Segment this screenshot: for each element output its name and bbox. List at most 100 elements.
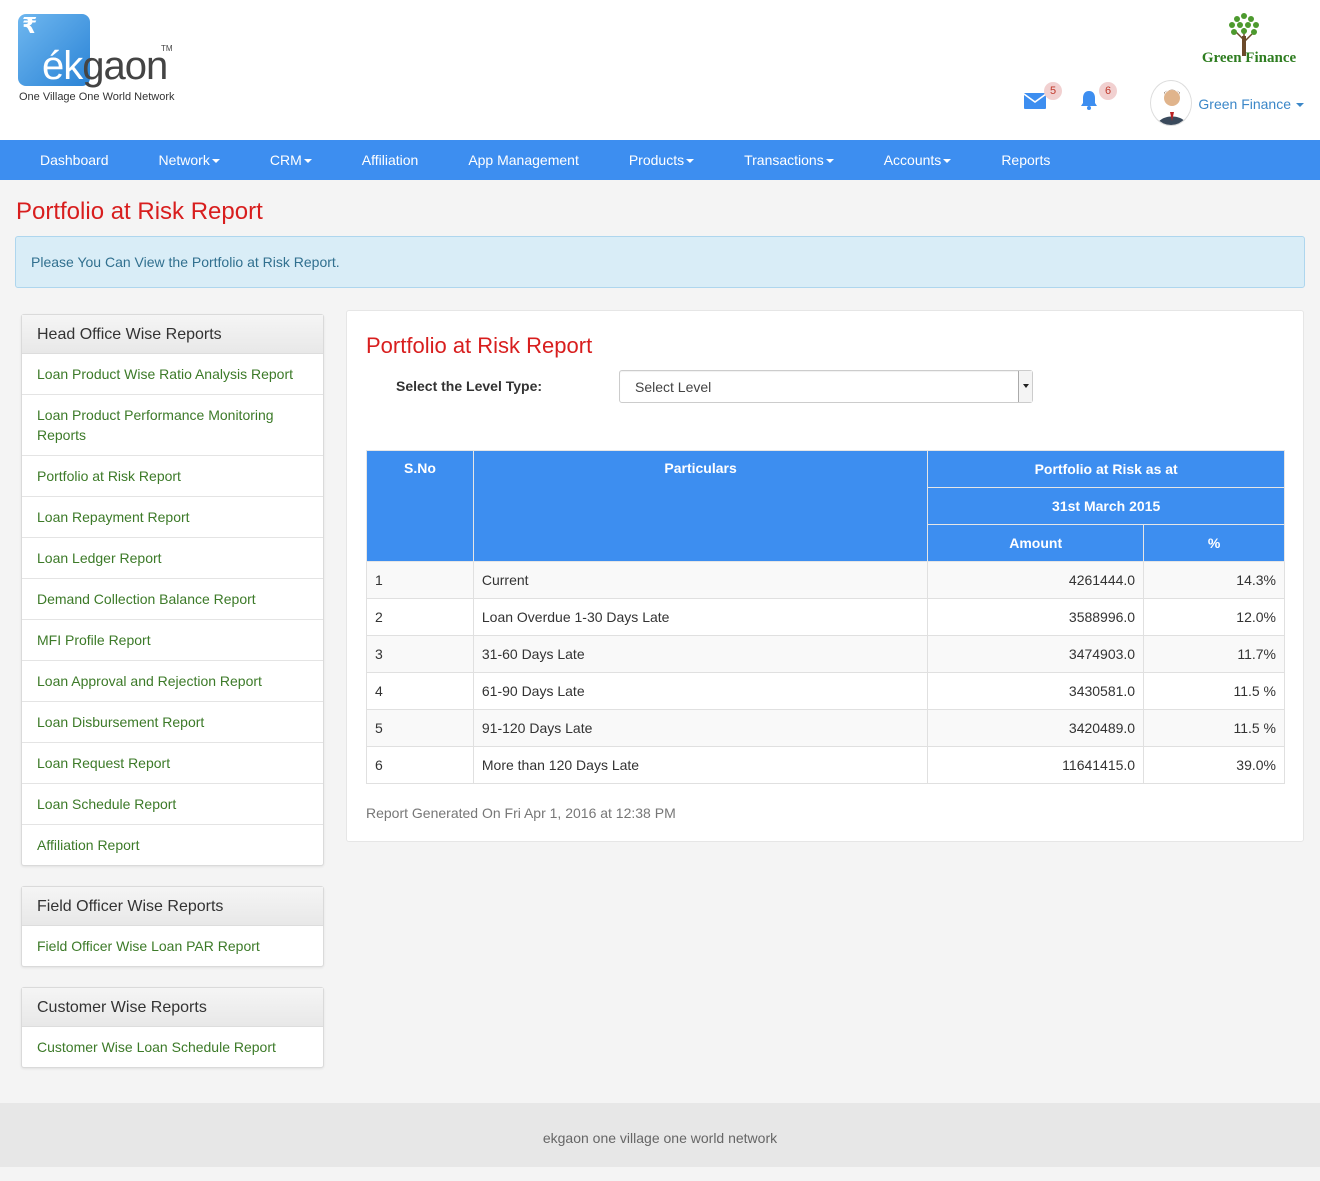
- cell-particulars: 31-60 Days Late: [472, 635, 929, 673]
- header-amount: Amount: [927, 524, 1145, 562]
- nav-affiliation[interactable]: Affiliation: [362, 152, 419, 168]
- sidebar-link-loan-approval-rejection[interactable]: Loan Approval and Rejection Report: [22, 660, 323, 701]
- nav-network-label: Network: [158, 152, 210, 168]
- mail-count-badge: 5: [1044, 82, 1062, 100]
- nav-network[interactable]: Network: [159, 152, 220, 168]
- sidebar-link-portfolio-at-risk[interactable]: Portfolio at Risk Report: [22, 455, 323, 496]
- select-arrow-icon: [1018, 371, 1032, 402]
- logo-ek: ék: [42, 44, 83, 88]
- cell-amount: 3474903.0: [927, 635, 1145, 673]
- nav-reports[interactable]: Reports: [1001, 152, 1050, 168]
- header-particulars: Particulars: [472, 450, 929, 562]
- level-type-selected: Select Level: [635, 379, 712, 395]
- sidebar-link-loan-repayment[interactable]: Loan Repayment Report: [22, 496, 323, 537]
- sidebar-link-affiliation[interactable]: Affiliation Report: [22, 824, 323, 865]
- user-avatar-icon: [1157, 89, 1187, 125]
- report-generated-text: Report Generated On Fri Apr 1, 2016 at 1…: [366, 805, 676, 821]
- table-row: 3 31-60 Days Late 3474903.0 11.7%: [366, 635, 1285, 673]
- chevron-down-icon: [686, 159, 695, 164]
- header-date: 31st March 2015: [927, 487, 1285, 525]
- nav-crm-label: CRM: [269, 152, 302, 168]
- nav-dashboard-label: Dashboard: [40, 152, 109, 168]
- level-type-label: Select the Level Type:: [396, 378, 543, 394]
- cell-sno: 5: [366, 709, 474, 747]
- chevron-down-icon: [1296, 103, 1304, 108]
- footer: ekgaon one village one world network: [0, 1103, 1320, 1167]
- table-row: 5 91-120 Days Late 3420489.0 11.5 %: [366, 709, 1285, 747]
- header: ₹ ékgaon TM One Village One World Networ…: [0, 0, 1320, 140]
- sidebar-link-demand-collection-balance[interactable]: Demand Collection Balance Report: [22, 578, 323, 619]
- logo-trademark: TM: [161, 44, 173, 53]
- nav-dashboard[interactable]: Dashboard: [40, 152, 109, 168]
- report-card: Portfolio at Risk Report Select the Leve…: [346, 310, 1304, 842]
- cell-sno: 4: [366, 672, 474, 710]
- header-percent: %: [1143, 524, 1285, 562]
- cell-particulars: Loan Overdue 1-30 Days Late: [472, 598, 929, 636]
- table-row: 4 61-90 Days Late 3430581.0 11.5 %: [366, 672, 1285, 710]
- nav-transactions-label: Transactions: [744, 152, 824, 168]
- nav-affiliation-label: Affiliation: [361, 152, 419, 168]
- cell-amount: 4261444.0: [927, 561, 1145, 599]
- sidebar-link-loan-disbursement[interactable]: Loan Disbursement Report: [22, 701, 323, 742]
- cell-percent: 12.0%: [1143, 598, 1285, 636]
- cell-amount: 3420489.0: [927, 709, 1145, 747]
- cell-percent: 11.5 %: [1143, 709, 1285, 747]
- nav-products-label: Products: [628, 152, 685, 168]
- field-officer-reports-panel: Field Officer Wise Reports Field Officer…: [21, 886, 324, 967]
- mail-button[interactable]: 5: [1024, 82, 1064, 114]
- green-finance-logo: Green Finance: [1194, 10, 1304, 70]
- cell-amount: 11641415.0: [927, 746, 1145, 784]
- notification-count-badge: 6: [1099, 82, 1117, 100]
- nav-crm[interactable]: CRM: [270, 152, 312, 168]
- nav-app-management-label: App Management: [468, 152, 579, 168]
- sidebar-link-field-officer-loan-par[interactable]: Field Officer Wise Loan PAR Report: [22, 926, 323, 966]
- table-row: 6 More than 120 Days Late 11641415.0 39.…: [366, 746, 1285, 784]
- cell-particulars: More than 120 Days Late: [472, 746, 929, 784]
- page-title: Portfolio at Risk Report: [16, 198, 263, 225]
- chevron-down-icon: [943, 159, 952, 164]
- logo-gaon: gaon: [82, 44, 168, 88]
- cell-sno: 6: [366, 746, 474, 784]
- chevron-down-icon: [303, 159, 312, 164]
- nav-transactions[interactable]: Transactions: [744, 152, 834, 168]
- sidebar-link-customer-loan-schedule[interactable]: Customer Wise Loan Schedule Report: [22, 1027, 323, 1067]
- envelope-icon: [1024, 93, 1046, 109]
- notifications-button[interactable]: 6: [1079, 82, 1119, 114]
- sidebar-link-loan-schedule[interactable]: Loan Schedule Report: [22, 783, 323, 824]
- logo-wordmark: ékgaon: [42, 44, 168, 88]
- main-nav: Dashboard Network CRM Affiliation App Ma…: [0, 140, 1320, 180]
- par-table: S.No Particulars Portfolio at Risk as at…: [366, 450, 1285, 784]
- cell-amount: 3430581.0: [927, 672, 1145, 710]
- chevron-down-icon: [825, 159, 834, 164]
- cell-percent: 11.5 %: [1143, 672, 1285, 710]
- sidebar-link-loan-product-performance[interactable]: Loan Product Performance Monitoring Repo…: [22, 394, 323, 455]
- chevron-down-icon: [211, 159, 220, 164]
- cell-percent: 11.7%: [1143, 635, 1285, 673]
- cell-amount: 3588996.0: [927, 598, 1145, 636]
- footer-text: ekgaon one village one world network: [542, 1130, 778, 1146]
- sidebar-link-loan-request[interactable]: Loan Request Report: [22, 742, 323, 783]
- sidebar-link-loan-ledger[interactable]: Loan Ledger Report: [22, 537, 323, 578]
- table-row: 1 Current 4261444.0 14.3%: [366, 561, 1285, 599]
- report-title: Portfolio at Risk Report: [366, 333, 593, 358]
- sidebar-link-loan-product-wise-ratio[interactable]: Loan Product Wise Ratio Analysis Report: [22, 354, 323, 394]
- nav-reports-label: Reports: [1001, 152, 1051, 168]
- head-office-reports-panel: Head Office Wise Reports Loan Product Wi…: [21, 314, 324, 866]
- cell-sno: 1: [366, 561, 474, 599]
- customer-reports-panel: Customer Wise Reports Customer Wise Loan…: [21, 987, 324, 1068]
- header-actions: 5 6 Green Finance: [1004, 80, 1304, 128]
- user-menu[interactable]: Green Finance: [1198, 96, 1304, 112]
- sidebar-link-mfi-profile[interactable]: MFI Profile Report: [22, 619, 323, 660]
- cell-percent: 39.0%: [1143, 746, 1285, 784]
- level-type-select[interactable]: Select Level: [619, 370, 1033, 403]
- ekgaon-logo[interactable]: ₹ ékgaon TM One Village One World Networ…: [18, 14, 178, 104]
- nav-app-management[interactable]: App Management: [468, 152, 579, 168]
- nav-products[interactable]: Products: [628, 152, 695, 168]
- info-alert: Please You Can View the Portfolio at Ris…: [15, 236, 1305, 288]
- logo-tagline: One Village One World Network: [19, 91, 175, 103]
- nav-accounts-label: Accounts: [883, 152, 942, 168]
- user-avatar[interactable]: [1150, 80, 1192, 126]
- nav-accounts[interactable]: Accounts: [884, 152, 952, 168]
- cell-percent: 14.3%: [1143, 561, 1285, 599]
- bell-icon: [1081, 91, 1097, 110]
